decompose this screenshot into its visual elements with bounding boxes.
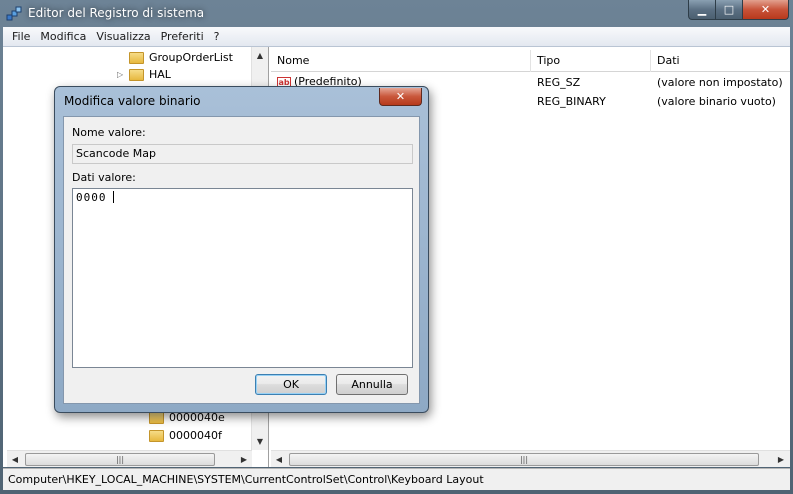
close-button[interactable]: ✕ <box>743 0 789 20</box>
dialog-close-button[interactable]: ✕ <box>379 88 422 106</box>
title-bar[interactable]: Editor del Registro di sistema ▁ □ ✕ <box>0 0 793 27</box>
scroll-left-icon[interactable]: ◀ <box>7 451 23 468</box>
registry-editor-icon <box>6 6 22 21</box>
text-caret <box>112 191 114 203</box>
maximize-icon: □ <box>723 3 735 16</box>
edit-binary-value-dialog: Modifica valore binario ✕ Nome valore: S… <box>54 86 429 413</box>
tree-item[interactable]: ▷ HAL <box>117 66 171 83</box>
registry-editor-window: Editor del Registro di sistema ▁ □ ✕ Fil… <box>0 0 793 494</box>
column-header-data[interactable]: Dati <box>651 50 790 72</box>
scroll-right-icon[interactable]: ▶ <box>773 451 789 468</box>
value-data: (valore non impostato) <box>657 75 783 89</box>
close-icon: ✕ <box>760 3 771 16</box>
close-icon: ✕ <box>395 90 406 103</box>
status-bar: Computer\HKEY_LOCAL_MACHINE\SYSTEM\Curre… <box>3 468 790 490</box>
tree-item[interactable]: GroupOrderList <box>117 49 233 66</box>
dialog-body: Nome valore: Scancode Map Dati valore: 0… <box>63 116 420 404</box>
value-name-label: Nome valore: <box>72 126 146 139</box>
status-path: Computer\HKEY_LOCAL_MACHINE\SYSTEM\Curre… <box>8 473 484 486</box>
scroll-down-icon[interactable]: ▼ <box>252 433 268 450</box>
value-data: (valore binario vuoto) <box>657 94 776 108</box>
column-header-type[interactable]: Tipo <box>531 50 651 72</box>
cancel-button[interactable]: Annulla <box>336 374 408 395</box>
value-data-editor[interactable]: 0000 <box>72 188 413 368</box>
value-name-field: Scancode Map <box>72 144 413 164</box>
caption-buttons: ▁ □ ✕ <box>688 0 789 20</box>
tree-item[interactable]: 0000040f <box>149 427 222 444</box>
ok-button[interactable]: OK <box>255 374 327 395</box>
list-horizontal-scrollbar[interactable]: ◀ ||| ▶ <box>271 450 790 467</box>
minimize-icon: ▁ <box>697 3 707 16</box>
tree-item-label: GroupOrderList <box>149 51 233 64</box>
minimize-button[interactable]: ▁ <box>688 0 716 20</box>
menu-file[interactable]: File <box>7 30 35 43</box>
folder-icon <box>129 68 144 81</box>
folder-icon <box>149 411 164 424</box>
scroll-right-icon[interactable]: ▶ <box>236 451 252 468</box>
tree-horizontal-scrollbar[interactable]: ◀ ||| ▶ <box>7 450 252 467</box>
window-title: Editor del Registro di sistema <box>28 6 205 20</box>
dialog-title: Modifica valore binario <box>64 94 201 108</box>
column-header-name[interactable]: Nome <box>271 50 531 72</box>
folder-icon <box>129 51 144 64</box>
scroll-left-icon[interactable]: ◀ <box>271 451 287 468</box>
scroll-thumb[interactable]: ||| <box>289 453 759 466</box>
menu-preferiti[interactable]: Preferiti <box>156 30 209 43</box>
tree-item-label: 0000040f <box>169 429 222 442</box>
expander-icon[interactable]: ▷ <box>117 70 126 79</box>
maximize-button[interactable]: □ <box>716 0 743 20</box>
folder-icon <box>149 429 164 442</box>
column-headers: Nome Tipo Dati <box>271 50 790 72</box>
data-offset: 0000 <box>76 191 107 204</box>
scroll-up-icon[interactable]: ▲ <box>252 47 268 64</box>
value-type: REG_SZ <box>537 75 581 89</box>
value-type: REG_BINARY <box>537 94 606 108</box>
menu-visualizza[interactable]: Visualizza <box>91 30 155 43</box>
menu-help[interactable]: ? <box>209 30 225 43</box>
menu-bar: File Modifica Visualizza Preferiti ? <box>3 27 790 47</box>
value-data-label: Dati valore: <box>72 171 136 184</box>
scroll-thumb[interactable]: ||| <box>25 453 215 466</box>
tree-item-label: HAL <box>149 68 171 81</box>
menu-modifica[interactable]: Modifica <box>35 30 91 43</box>
